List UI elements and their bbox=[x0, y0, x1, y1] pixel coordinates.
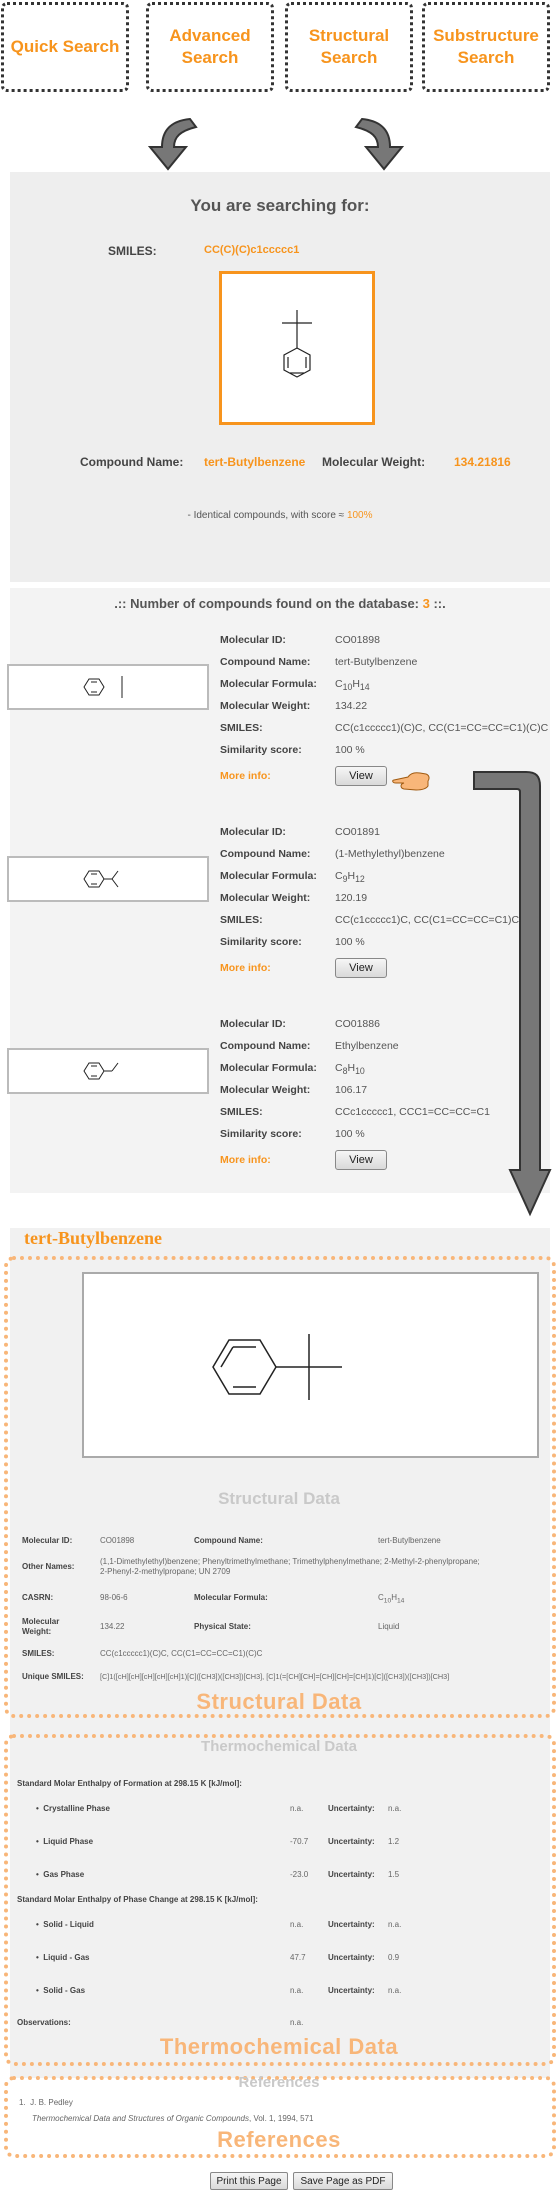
result-structure-image bbox=[7, 664, 209, 710]
phase-value: -23.0 bbox=[290, 1870, 309, 1879]
structural-heading: Structural Data bbox=[218, 1489, 340, 1508]
observations-label: Observations: bbox=[17, 2018, 71, 2027]
struct-usmiles-value: [C]1([cH][cH][cH][cH][cH]1)[C]([CH3])([C… bbox=[100, 1672, 450, 1681]
struct-other-label: Other Names: bbox=[22, 1562, 75, 1571]
reference-citation: Thermochemical Data and Structures of Or… bbox=[32, 2114, 314, 2123]
molecular-weight-value: 134.21816 bbox=[454, 455, 511, 469]
observations-value: n.a. bbox=[290, 2018, 304, 2027]
view-button[interactable]: View bbox=[335, 1150, 387, 1170]
uncertainty-label: Uncertainty: bbox=[328, 1953, 375, 1962]
tab-quick-search[interactable]: Quick Search bbox=[1, 2, 129, 92]
change-solid-liquid: • Solid - Liquid bbox=[36, 1920, 94, 1929]
result-item: Molecular ID: CO01898 Compound Name: tert-… bbox=[7, 630, 550, 810]
struct-weight-label: Molecular bbox=[22, 1617, 60, 1626]
change-value: n.a. bbox=[290, 1986, 304, 1995]
compound-name-value: tert-Butylbenzene bbox=[204, 455, 306, 469]
uncertainty-label: Uncertainty: bbox=[328, 1870, 375, 1879]
identical-compounds-note: - Identical compounds, with score ≈ 100% bbox=[187, 510, 373, 521]
uncertainty-label: Uncertainty: bbox=[328, 1986, 375, 1995]
change-liquid-gas: • Liquid - Gas bbox=[36, 1953, 90, 1962]
pointing-hand-icon bbox=[392, 772, 430, 791]
view-button[interactable]: View bbox=[335, 958, 387, 978]
phase-gas: • Gas Phase bbox=[36, 1870, 85, 1879]
struct-name-value: tert-Butylbenzene bbox=[378, 1536, 441, 1545]
flow-arrow-icon bbox=[473, 771, 552, 1217]
struct-casrn-label: CASRN: bbox=[22, 1593, 54, 1602]
struct-state-value: Liquid bbox=[378, 1622, 400, 1631]
query-structure-image bbox=[219, 271, 375, 425]
results-panel: .:: Number of compounds found on the dat… bbox=[7, 588, 550, 1194]
print-page-button[interactable]: Print this Page bbox=[210, 2172, 288, 2190]
references-label: References bbox=[217, 2127, 341, 2152]
result-item: Molecular ID: CO01891 Compound Name: (1-Me… bbox=[7, 822, 550, 1002]
result-structure-image bbox=[7, 1048, 209, 1094]
struct-weight-label-2: Weight: bbox=[22, 1627, 52, 1636]
uncertainty-value: 1.2 bbox=[388, 1837, 400, 1846]
struct-usmiles-label: Unique SMILES: bbox=[22, 1672, 84, 1681]
struct-casrn-value: 98-06-6 bbox=[100, 1593, 128, 1602]
uncertainty-label: Uncertainty: bbox=[328, 1837, 375, 1846]
structural-data-label: Structural Data bbox=[196, 1689, 362, 1714]
struct-weight-value: 134.22 bbox=[100, 1622, 125, 1631]
uncertainty-value: n.a. bbox=[388, 1920, 402, 1929]
reference-item: 1. J. B. Pedley bbox=[19, 2098, 73, 2107]
tab-structural-search[interactable]: Structural Search bbox=[285, 2, 413, 92]
search-query-panel: You are searching for: SMILES: CC(C)(C)c… bbox=[10, 172, 550, 582]
curved-arrow-right-icon bbox=[354, 117, 405, 171]
thermochemical-data-label: Thermochemical Data bbox=[159, 2034, 399, 2059]
struct-state-label: Physical State: bbox=[194, 1622, 251, 1631]
struct-name-label: Compound Name: bbox=[194, 1536, 263, 1545]
compound-title: tert-Butylbenzene bbox=[24, 1228, 162, 1248]
struct-formula-label: Molecular Formula: bbox=[194, 1593, 268, 1602]
references-heading: References bbox=[238, 2074, 320, 2091]
struct-smiles-value: CC(c1ccccc1)(C)C, CC(C1=CC=CC=C1)(C)C bbox=[100, 1649, 263, 1658]
result-item: Molecular ID: CO01886 Compound Name: Ethyl… bbox=[7, 1014, 550, 1194]
uncertainty-value: 0.9 bbox=[388, 1953, 400, 1962]
curved-arrow-left-icon bbox=[147, 117, 198, 171]
phase-value: n.a. bbox=[290, 1804, 304, 1813]
phase-crystalline: • Crystalline Phase bbox=[36, 1804, 110, 1813]
tab-label: Substructure Search bbox=[433, 26, 539, 67]
save-pdf-button[interactable]: Save Page as PDF bbox=[293, 2172, 393, 2190]
result-structure-image bbox=[7, 856, 209, 902]
change-value: n.a. bbox=[290, 1920, 304, 1929]
struct-mol-id-value: CO01898 bbox=[100, 1536, 135, 1545]
change-value: 47.7 bbox=[290, 1953, 306, 1962]
phase-liquid: • Liquid Phase bbox=[36, 1837, 94, 1846]
struct-other-value-2: 2-Phenyl-2-methylpropane; UN 2709 bbox=[100, 1567, 231, 1576]
tab-label: Quick Search bbox=[10, 37, 120, 56]
phase-change-title: Standard Molar Enthalpy of Phase Change … bbox=[17, 1895, 258, 1904]
uncertainty-label: Uncertainty: bbox=[328, 1920, 375, 1929]
formation-title: Standard Molar Enthalpy of Formation at … bbox=[17, 1779, 242, 1788]
smiles-label: SMILES: bbox=[108, 244, 157, 258]
struct-smiles-label: SMILES: bbox=[22, 1649, 55, 1658]
struct-other-value: (1,1-Dimethylethyl)benzene; Phenyltrimet… bbox=[100, 1557, 480, 1566]
search-tabs: Quick Search Advanced Search Structural Se… bbox=[0, 0, 558, 96]
view-button[interactable]: View bbox=[335, 766, 387, 786]
molecular-weight-label: Molecular Weight: bbox=[322, 455, 426, 469]
struct-formula-value: C10H14 bbox=[378, 1593, 405, 1605]
uncertainty-value: n.a. bbox=[388, 1804, 402, 1813]
compound-structure-image bbox=[82, 1272, 539, 1458]
uncertainty-value: n.a. bbox=[388, 1986, 402, 1995]
tab-label: Advanced Search bbox=[169, 26, 251, 67]
uncertainty-value: 1.5 bbox=[388, 1870, 400, 1879]
results-count: .:: Number of compounds found on the dat… bbox=[114, 596, 446, 611]
uncertainty-label: Uncertainty: bbox=[328, 1804, 375, 1813]
compound-name-label: Compound Name: bbox=[80, 455, 184, 469]
search-title: You are searching for: bbox=[190, 196, 370, 215]
struct-mol-id-label: Molecular ID: bbox=[22, 1536, 73, 1545]
tab-substructure-search[interactable]: Substructure Search bbox=[422, 2, 550, 92]
change-solid-gas: • Solid - Gas bbox=[36, 1986, 86, 1995]
tab-label: Structural Search bbox=[308, 26, 390, 67]
tab-advanced-search[interactable]: Advanced Search bbox=[146, 2, 274, 92]
smiles-value: CC(C)(C)c1ccccc1 bbox=[204, 244, 300, 256]
phase-value: -70.7 bbox=[290, 1837, 309, 1846]
thermochemical-heading: Thermochemical Data bbox=[201, 1738, 357, 1755]
